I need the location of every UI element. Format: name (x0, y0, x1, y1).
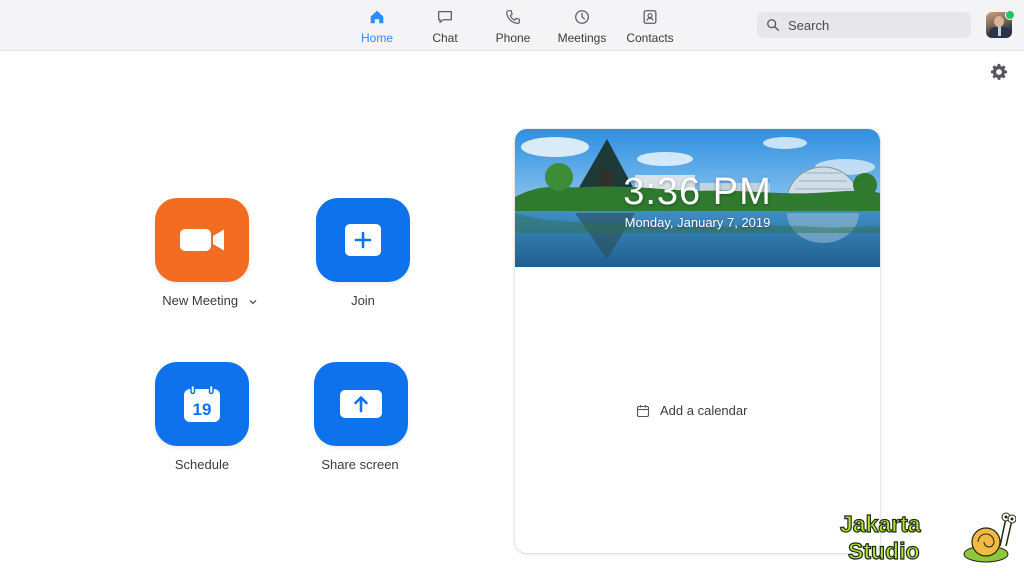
tab-chat[interactable]: Chat (413, 8, 477, 46)
tab-phone[interactable]: Phone (481, 8, 545, 46)
schedule-label: Schedule (174, 457, 230, 472)
tab-contacts-label: Contacts (626, 31, 674, 45)
add-calendar-button[interactable]: Add a calendar (636, 403, 747, 418)
clock-icon (575, 10, 589, 24)
jakarta-studio-watermark-logo: Jakarta Studio (839, 510, 1016, 565)
top-bar: Home Chat Phone Meetings Contacts (0, 0, 1024, 51)
new-meeting-button[interactable] (155, 198, 249, 282)
tab-home[interactable]: Home (345, 8, 409, 46)
avatar[interactable] (986, 10, 1015, 38)
current-date: Monday, January 7, 2019 (624, 215, 771, 230)
phone-icon (506, 10, 520, 24)
add-calendar-label: Add a calendar (660, 403, 748, 418)
calendar-day-number: 19 (193, 400, 212, 419)
chat-icon (438, 10, 452, 24)
tab-chat-label: Chat (432, 31, 458, 45)
watermark-line1: Jakarta (840, 511, 921, 537)
new-meeting-label-row[interactable]: New Meeting (150, 293, 270, 308)
upload-arrow-icon (340, 390, 382, 418)
tab-meetings[interactable]: Meetings (550, 8, 614, 46)
tab-meetings-label: Meetings (557, 31, 607, 45)
search-box[interactable] (757, 12, 971, 38)
online-status-dot (1005, 10, 1015, 20)
calendar-small-icon (636, 404, 650, 417)
share-screen-label: Share screen (321, 457, 399, 472)
search-icon (767, 19, 779, 31)
plus-icon (345, 224, 381, 256)
snail-mascot-icon (963, 512, 1016, 563)
tab-home-label: Home (360, 31, 393, 45)
join-button[interactable] (316, 198, 410, 282)
contacts-icon (643, 10, 657, 24)
search-input[interactable] (786, 16, 960, 34)
new-meeting-label: New Meeting (162, 293, 239, 308)
settings-gear-icon[interactable] (990, 63, 1008, 81)
tab-contacts[interactable]: Contacts (618, 8, 682, 46)
current-time: 3:36 PM (623, 171, 772, 213)
home-icon (370, 10, 384, 24)
tab-phone-label: Phone (495, 31, 531, 45)
share-screen-button[interactable] (314, 362, 408, 446)
watermark-line2: Studio (848, 538, 920, 564)
video-camera-icon (180, 229, 224, 251)
calendar-card: 3:36 PM Monday, January 7, 2019 Add a ca… (515, 129, 880, 553)
avatar-face (994, 16, 1004, 27)
chevron-down-icon[interactable] (248, 298, 258, 306)
schedule-button[interactable]: 19 (155, 362, 249, 446)
calendar-icon: 19 (184, 384, 220, 422)
join-label: Join (351, 293, 375, 308)
avatar-tie (998, 27, 1001, 36)
